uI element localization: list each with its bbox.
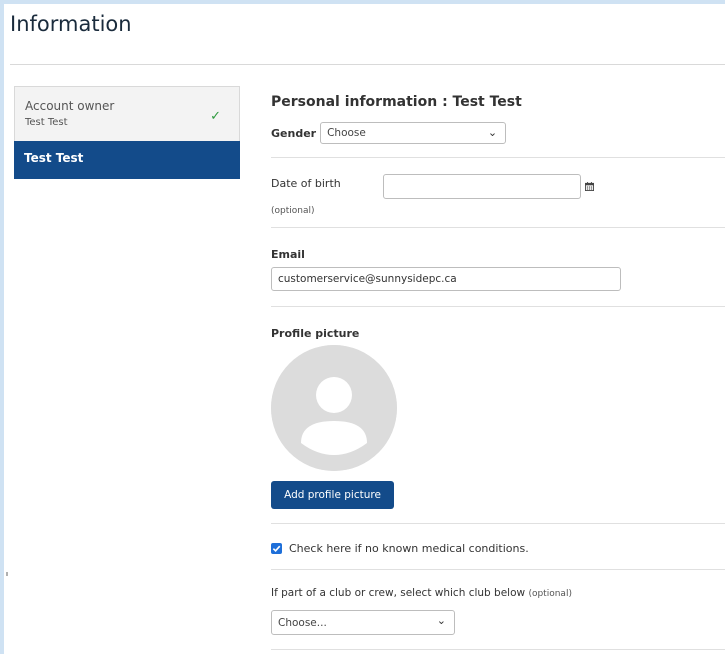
sidebar-item-label: Test Test bbox=[24, 151, 84, 165]
profile-picture-label: Profile picture bbox=[271, 327, 360, 340]
divider bbox=[271, 157, 725, 158]
chevron-down-icon: ⌄ bbox=[487, 126, 498, 139]
club-select[interactable]: Choose... ⌄ bbox=[271, 610, 455, 635]
medical-checkbox-row: Check here if no known medical condition… bbox=[271, 542, 529, 555]
gender-select-value: Choose bbox=[327, 127, 366, 139]
divider bbox=[271, 523, 725, 524]
medical-checkbox-label: Check here if no known medical condition… bbox=[289, 542, 529, 555]
avatar-placeholder-icon bbox=[271, 345, 397, 471]
page: Information Account owner Test Test ✓ Te… bbox=[4, 4, 725, 654]
club-select-value: Choose... bbox=[278, 616, 327, 629]
section-heading: Personal information : Test Test bbox=[271, 94, 522, 110]
gender-row: Gender Choose ⌄ bbox=[271, 120, 507, 146]
sidebar-item-label: Account owner bbox=[25, 99, 115, 113]
email-field[interactable]: customerservice@sunnysidepc.ca bbox=[271, 267, 621, 291]
sidebar-item-sublabel: Test Test bbox=[25, 117, 68, 128]
divider bbox=[10, 64, 725, 65]
club-optional-label: (optional) bbox=[528, 589, 572, 599]
gender-select[interactable]: Choose ⌄ bbox=[320, 122, 507, 144]
divider bbox=[271, 227, 725, 228]
dob-input[interactable] bbox=[383, 174, 581, 199]
scroll-marker bbox=[6, 572, 8, 576]
club-label: If part of a club or crew, select which … bbox=[271, 587, 572, 599]
add-profile-picture-button[interactable]: Add profile picture bbox=[271, 481, 394, 509]
sidebar-item-member[interactable]: Test Test bbox=[14, 141, 240, 179]
gender-label: Gender bbox=[271, 126, 317, 140]
sidebar-item-account-owner[interactable]: Account owner Test Test ✓ bbox=[14, 86, 240, 141]
checkbox-icon[interactable] bbox=[271, 543, 282, 554]
sidebar: Account owner Test Test ✓ Test Test bbox=[14, 86, 240, 179]
club-label-text: If part of a club or crew, select which … bbox=[271, 587, 526, 599]
page-title: Information bbox=[10, 12, 132, 36]
divider bbox=[271, 306, 725, 307]
chevron-down-icon: ⌄ bbox=[436, 614, 446, 627]
email-label: Email bbox=[271, 248, 305, 261]
check-icon: ✓ bbox=[210, 109, 221, 124]
dob-label: Date of birth bbox=[271, 177, 341, 190]
dob-optional-label: (optional) bbox=[271, 206, 315, 216]
divider bbox=[271, 569, 725, 570]
divider bbox=[271, 649, 725, 650]
calendar-icon[interactable] bbox=[585, 182, 594, 191]
